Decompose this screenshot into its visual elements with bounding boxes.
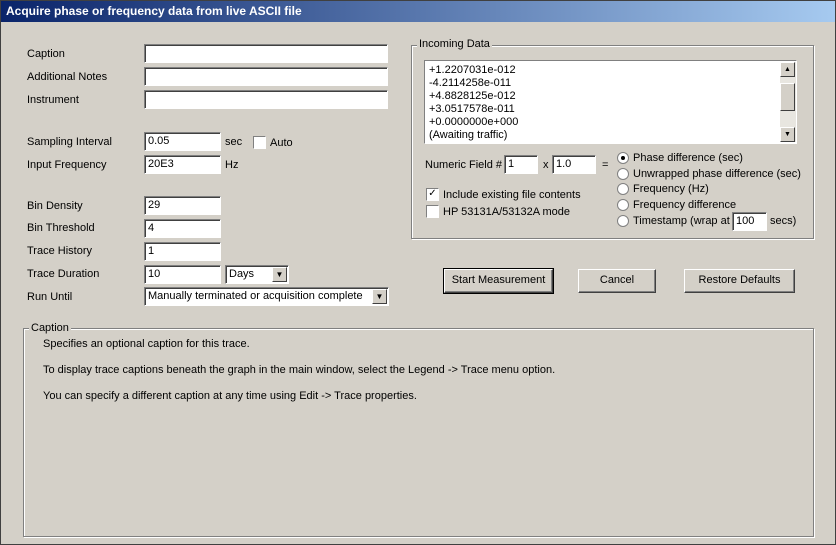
dialog-window: Acquire phase or frequency data from liv… — [0, 0, 836, 545]
help-text-line: Specifies an optional caption for this t… — [43, 338, 250, 350]
title-bar[interactable]: Acquire phase or frequency data from liv… — [1, 1, 835, 22]
start-measurement-button[interactable]: Start Measurement — [443, 268, 554, 294]
bin-threshold-label: Bin Threshold — [27, 222, 95, 234]
list-item: (Awaiting traffic) — [429, 129, 508, 141]
radio-phase-difference-label: Phase difference (sec) — [633, 152, 743, 164]
numeric-field-input[interactable]: 1 — [504, 155, 538, 174]
include-existing-checkbox[interactable]: ✓ — [426, 188, 439, 201]
bin-density-input[interactable]: 29 — [144, 196, 221, 215]
list-item: +0.0000000e+000 — [429, 116, 519, 128]
help-text-line: To display trace captions beneath the gr… — [43, 364, 556, 376]
radio-unwrapped-phase[interactable] — [617, 168, 629, 180]
radio-timestamp[interactable] — [617, 215, 629, 227]
window-title: Acquire phase or frequency data from liv… — [6, 4, 302, 18]
wrap-seconds-input[interactable]: 100 — [732, 212, 767, 231]
hp-mode-label: HP 53131A/53132A mode — [443, 206, 571, 218]
list-item: +4.8828125e-012 — [429, 90, 516, 102]
radio-frequency-label: Frequency (Hz) — [633, 183, 709, 195]
sampling-interval-input[interactable]: 0.05 — [144, 132, 221, 151]
chevron-down-icon[interactable]: ▼ — [272, 267, 287, 282]
auto-label: Auto — [270, 137, 293, 149]
chevron-down-icon[interactable]: ▼ — [372, 289, 387, 304]
list-item: -4.2114258e-011 — [429, 77, 512, 89]
caption-input[interactable] — [144, 44, 388, 63]
instrument-input[interactable] — [144, 90, 388, 109]
multiplier-input[interactable]: 1.0 — [552, 155, 596, 174]
numeric-field-label: Numeric Field # — [425, 159, 503, 171]
input-frequency-label: Input Frequency — [27, 159, 107, 171]
equals-symbol: = — [602, 159, 609, 171]
trace-history-label: Trace History — [27, 245, 92, 257]
trace-duration-unit-value: Days — [229, 268, 255, 280]
cancel-button[interactable]: Cancel — [578, 269, 656, 293]
list-item: +3.0517578e-011 — [429, 103, 515, 115]
include-existing-label: Include existing file contents — [443, 189, 581, 201]
additional-notes-input[interactable] — [144, 67, 388, 86]
radio-frequency[interactable] — [617, 183, 629, 195]
radio-frequency-difference[interactable] — [617, 199, 629, 211]
radio-timestamp-label: Timestamp (wrap at — [633, 215, 730, 227]
list-item: +1.2207031e-012 — [429, 64, 516, 76]
run-until-dropdown[interactable]: Manually terminated or acquisition compl… — [144, 287, 389, 306]
bin-density-label: Bin Density — [27, 200, 83, 212]
run-until-value: Manually terminated or acquisition compl… — [148, 290, 363, 302]
sampling-unit-label: sec — [225, 136, 243, 148]
help-text-line: You can specify a different caption at a… — [43, 390, 417, 402]
radio-frequency-difference-label: Frequency difference — [633, 199, 737, 211]
scroll-up-icon[interactable]: ▲ — [780, 62, 795, 77]
trace-duration-input[interactable]: 10 — [144, 265, 221, 284]
vertical-scrollbar[interactable]: ▲ ▼ — [780, 62, 796, 142]
incoming-data-title: Incoming Data — [417, 38, 492, 50]
radio-unwrapped-phase-label: Unwrapped phase difference (sec) — [633, 168, 801, 180]
trace-duration-label: Trace Duration — [27, 268, 100, 280]
run-until-label: Run Until — [27, 291, 73, 303]
radio-phase-difference[interactable] — [617, 152, 629, 164]
help-title: Caption — [29, 322, 71, 334]
input-frequency-unit: Hz — [225, 159, 239, 171]
additional-notes-label: Additional Notes — [27, 71, 108, 83]
sampling-interval-label: Sampling Interval — [27, 136, 112, 148]
wrap-unit-label: secs) — [770, 215, 797, 227]
bin-threshold-input[interactable]: 4 — [144, 219, 221, 238]
trace-history-input[interactable]: 1 — [144, 242, 221, 261]
auto-checkbox[interactable] — [253, 136, 266, 149]
scrollbar-thumb[interactable] — [780, 83, 795, 111]
caption-label: Caption — [27, 48, 65, 60]
restore-defaults-button[interactable]: Restore Defaults — [684, 269, 795, 293]
trace-duration-unit-dropdown[interactable]: Days ▼ — [225, 265, 289, 284]
scroll-down-icon[interactable]: ▼ — [780, 127, 795, 142]
hp-mode-checkbox[interactable] — [426, 205, 439, 218]
input-frequency-input[interactable]: 20E3 — [144, 155, 221, 174]
help-group — [23, 328, 814, 537]
instrument-label: Instrument — [27, 94, 79, 106]
times-symbol: x — [543, 159, 549, 171]
incoming-data-listbox[interactable]: +1.2207031e-012 -4.2114258e-011 +4.88281… — [424, 60, 797, 144]
